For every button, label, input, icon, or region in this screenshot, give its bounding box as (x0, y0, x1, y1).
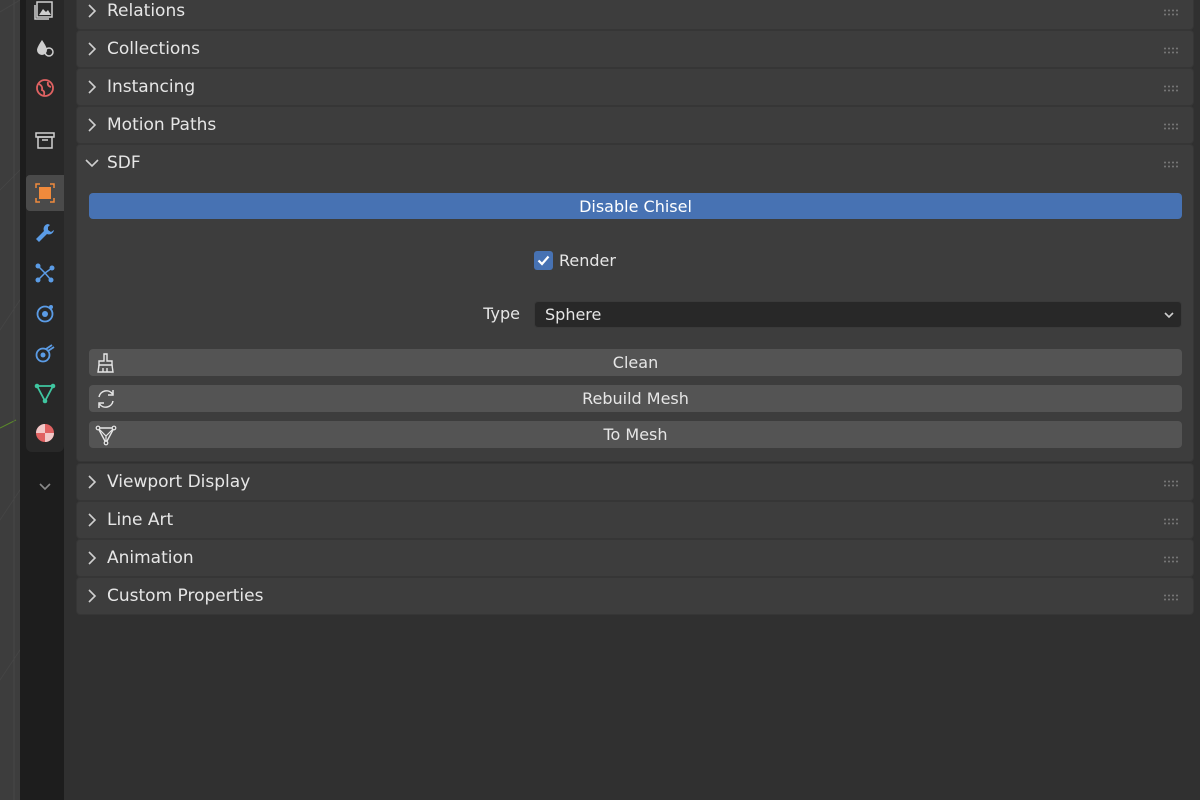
panel-motion-paths: Motion Paths (76, 106, 1194, 144)
chevron-down-icon (85, 159, 99, 168)
panel-title: Instancing (107, 77, 196, 97)
tab-material[interactable] (26, 415, 64, 451)
box-icon (35, 132, 55, 149)
panel-title: Animation (107, 548, 194, 568)
panel-header-collections[interactable]: Collections (77, 31, 1193, 67)
constraint-icon (35, 344, 55, 363)
properties-editor: Relations Collections Instancing Motion … (64, 0, 1200, 800)
world-icon (36, 79, 54, 97)
panel-header-instancing[interactable]: Instancing (77, 69, 1193, 105)
tab-scene[interactable] (26, 0, 64, 28)
viewport-edge[interactable] (0, 0, 20, 800)
tab-particles-world[interactable] (26, 30, 64, 66)
drag-grip-icon[interactable] (1163, 161, 1181, 169)
render-label: Render (559, 250, 616, 270)
panel-title: Collections (107, 39, 200, 59)
sdf-panel-body: Disable Chisel Render Type Sphere Clean (77, 181, 1193, 461)
properties-tab-bar (20, 0, 64, 800)
tab-world[interactable] (26, 70, 64, 106)
to-mesh-button[interactable]: To Mesh (89, 421, 1182, 448)
physics-icon (36, 305, 54, 323)
panel-title: Relations (107, 1, 186, 21)
disable-chisel-button[interactable]: Disable Chisel (89, 193, 1182, 219)
panel-relations: Relations (76, 0, 1194, 30)
particles-icon (35, 263, 55, 283)
panel-animation: Animation (76, 539, 1194, 577)
panel-header-relations[interactable]: Relations (77, 0, 1193, 29)
panel-title: Motion Paths (107, 115, 217, 135)
tab-collection[interactable] (26, 122, 64, 158)
to-mesh-button-label: To Mesh (603, 425, 668, 444)
panel-viewport-display: Viewport Display (76, 463, 1194, 501)
drag-grip-icon[interactable] (1163, 518, 1181, 526)
panel-collections: Collections (76, 30, 1194, 68)
chevron-down-icon (1164, 312, 1174, 319)
clean-button[interactable]: Clean (89, 349, 1182, 376)
rebuild-mesh-button[interactable]: Rebuild Mesh (89, 385, 1182, 412)
drag-grip-icon[interactable] (1163, 123, 1181, 131)
panel-header-animation[interactable]: Animation (77, 540, 1193, 576)
chevron-right-icon (88, 42, 97, 56)
droplets-icon (37, 40, 54, 57)
material-icon (36, 424, 54, 442)
tab-constraints[interactable] (26, 335, 64, 371)
chevron-right-icon (88, 4, 97, 18)
panel-header-sdf[interactable]: SDF (77, 145, 1193, 181)
mesh-icon (95, 425, 117, 446)
render-toggle[interactable]: Render (534, 249, 616, 271)
refresh-icon (98, 390, 114, 408)
type-label: Type (483, 304, 520, 323)
panel-title: SDF (107, 153, 141, 173)
tab-physics[interactable] (26, 295, 64, 331)
tab-modifiers[interactable] (26, 215, 64, 251)
panel-instancing: Instancing (76, 68, 1194, 106)
brush-icon (97, 353, 114, 373)
chevron-right-icon (88, 513, 97, 527)
type-dropdown[interactable]: Sphere (534, 301, 1182, 328)
drag-grip-icon[interactable] (1163, 594, 1181, 602)
panel-title: Custom Properties (107, 586, 264, 606)
panel-title: Viewport Display (107, 472, 251, 492)
panel-header-line-art[interactable]: Line Art (77, 502, 1193, 538)
panel-header-viewport-display[interactable]: Viewport Display (77, 464, 1193, 500)
chevron-right-icon (88, 475, 97, 489)
rebuild-mesh-button-label: Rebuild Mesh (582, 389, 689, 408)
tab-particles[interactable] (26, 255, 64, 291)
viewport-grid (0, 0, 20, 800)
image-stack-icon (34, 1, 53, 20)
panel-header-custom-properties[interactable]: Custom Properties (77, 578, 1193, 614)
panel-header-motion-paths[interactable]: Motion Paths (77, 107, 1193, 143)
drag-grip-icon[interactable] (1163, 9, 1181, 17)
object-icon (35, 183, 55, 203)
chevron-down-icon (39, 483, 51, 491)
tab-object[interactable] (26, 175, 64, 211)
panel-title: Line Art (107, 510, 174, 530)
drag-grip-icon[interactable] (1163, 480, 1181, 488)
clean-button-label: Clean (612, 353, 659, 372)
wrench-icon (36, 224, 54, 242)
type-dropdown-value: Sphere (545, 305, 602, 324)
drag-grip-icon[interactable] (1163, 47, 1181, 55)
render-checkbox[interactable] (534, 250, 553, 270)
chevron-right-icon (88, 589, 97, 603)
mesh-data-icon (34, 383, 56, 404)
panel-custom-properties: Custom Properties (76, 577, 1194, 615)
panel-sdf: SDF Disable Chisel Render Type Sphere Cl… (76, 144, 1194, 462)
tab-bar-more[interactable] (26, 469, 64, 505)
panel-line-art: Line Art (76, 501, 1194, 539)
drag-grip-icon[interactable] (1163, 556, 1181, 564)
chevron-right-icon (88, 80, 97, 94)
tab-data[interactable] (26, 375, 64, 411)
drag-grip-icon[interactable] (1163, 85, 1181, 93)
checkmark-icon (537, 255, 550, 266)
chevron-right-icon (88, 118, 97, 132)
chevron-right-icon (88, 551, 97, 565)
